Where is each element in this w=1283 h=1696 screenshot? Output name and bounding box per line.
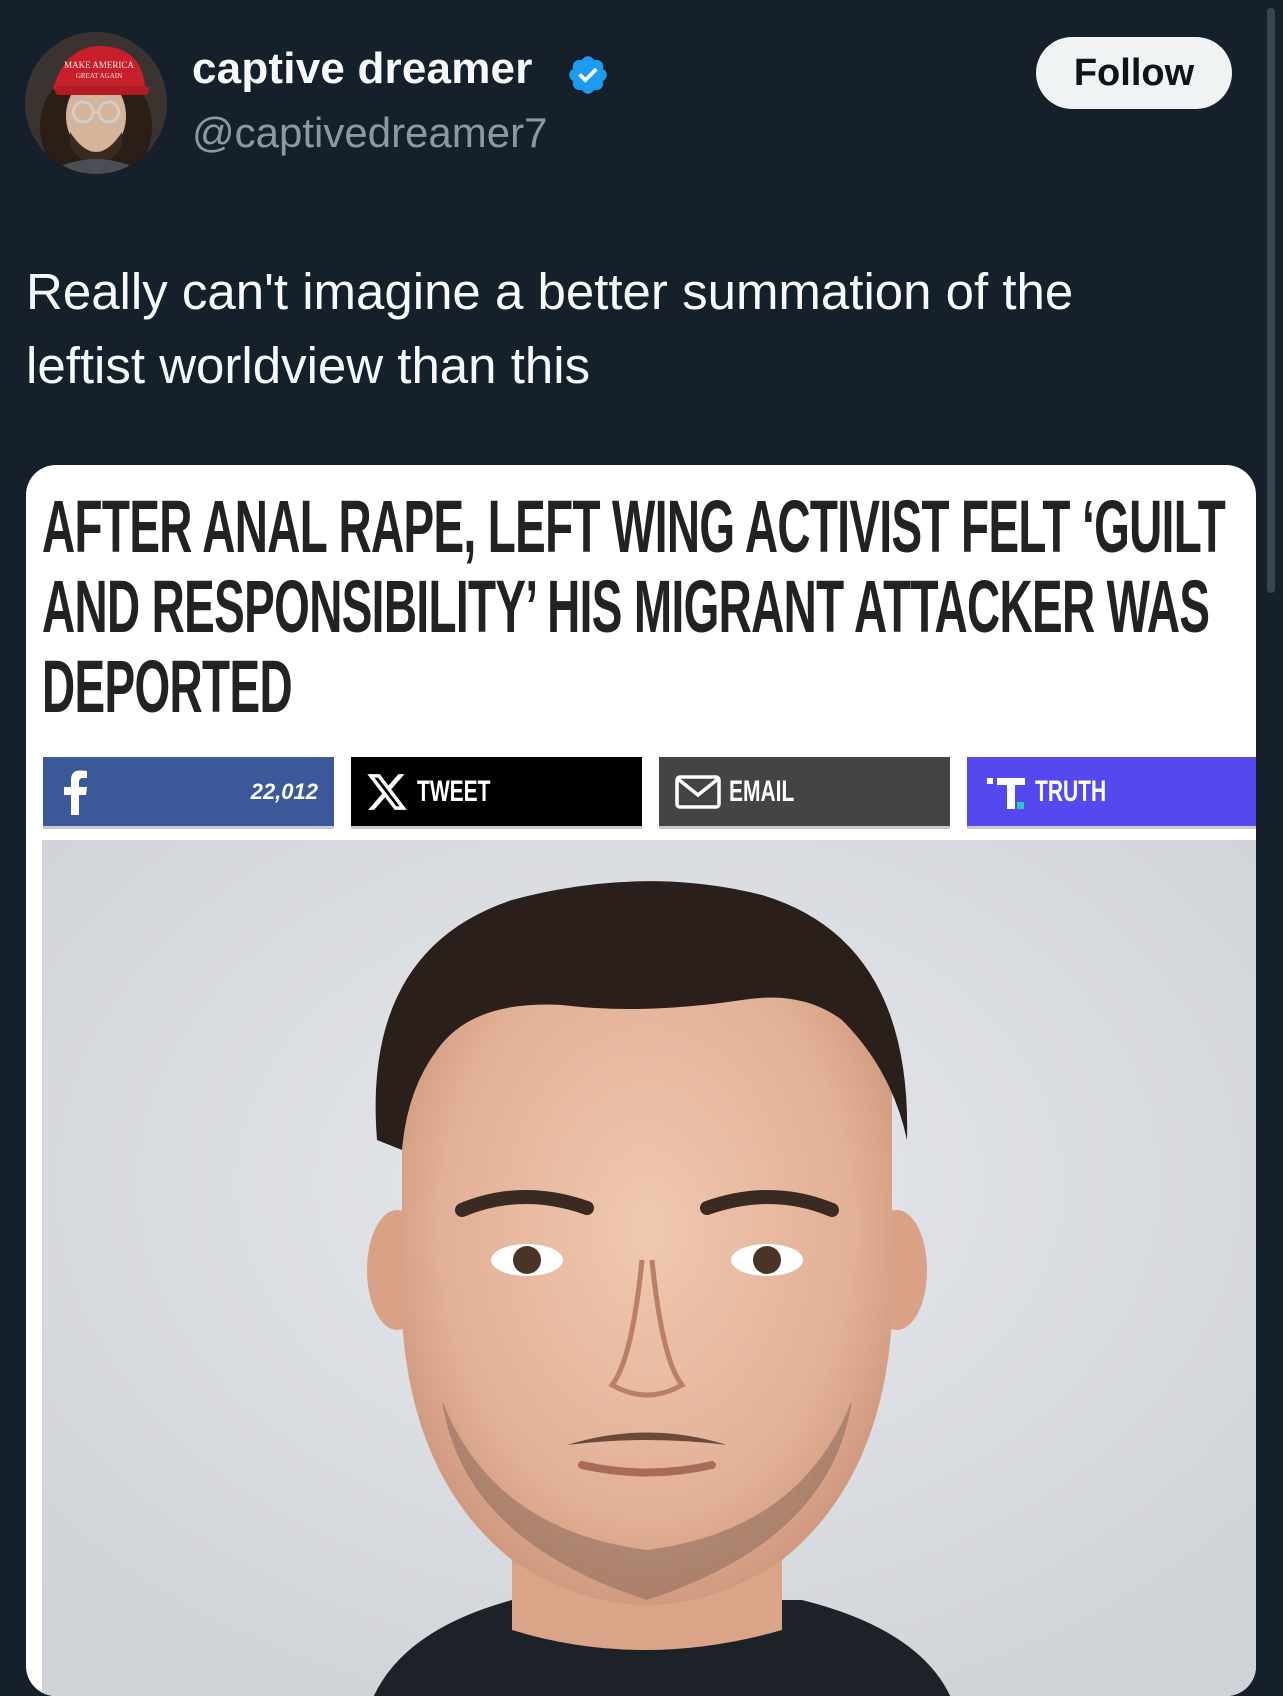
display-name[interactable]: captive dreamer (192, 44, 533, 94)
facebook-icon (64, 770, 87, 815)
tweet-share-label: TWEET (417, 774, 491, 808)
x-logo-icon (367, 773, 407, 810)
follow-button[interactable]: Follow (1036, 37, 1232, 109)
truth-share-label: TRUTH (1035, 774, 1107, 808)
email-share-label: EMAIL (729, 774, 795, 808)
share-bar: 22,012 TWEET EMAIL TRUTH (43, 757, 1256, 829)
svg-text:GREAT AGAIN: GREAT AGAIN (76, 72, 122, 80)
verified-badge-icon (569, 56, 607, 94)
tweet-text: Really can't imagine a better summation … (26, 263, 1074, 394)
facebook-share-button[interactable]: 22,012 (43, 757, 334, 829)
email-share-button[interactable]: EMAIL (659, 757, 950, 829)
portrait-photo[interactable] (42, 840, 1256, 1696)
truth-social-icon (987, 777, 1025, 809)
truth-share-button[interactable]: TRUTH (967, 757, 1256, 829)
facebook-share-count: 22,012 (250, 779, 318, 804)
media-card[interactable]: AFTER ANAL RAPE, LEFT WING ACTIVIST FELT… (26, 465, 1256, 1696)
svg-text:MAKE AMERICA: MAKE AMERICA (64, 60, 134, 70)
tweet-share-button[interactable]: TWEET (351, 757, 642, 829)
avatar[interactable]: MAKE AMERICA GREAT AGAIN (25, 32, 167, 174)
user-handle[interactable]: @captivedreamer7 (192, 109, 547, 157)
scrollbar-thumb[interactable] (1267, 8, 1275, 593)
envelope-icon (675, 774, 721, 809)
article-headline: AFTER ANAL RAPE, LEFT WING ACTIVIST FELT… (42, 485, 1226, 728)
